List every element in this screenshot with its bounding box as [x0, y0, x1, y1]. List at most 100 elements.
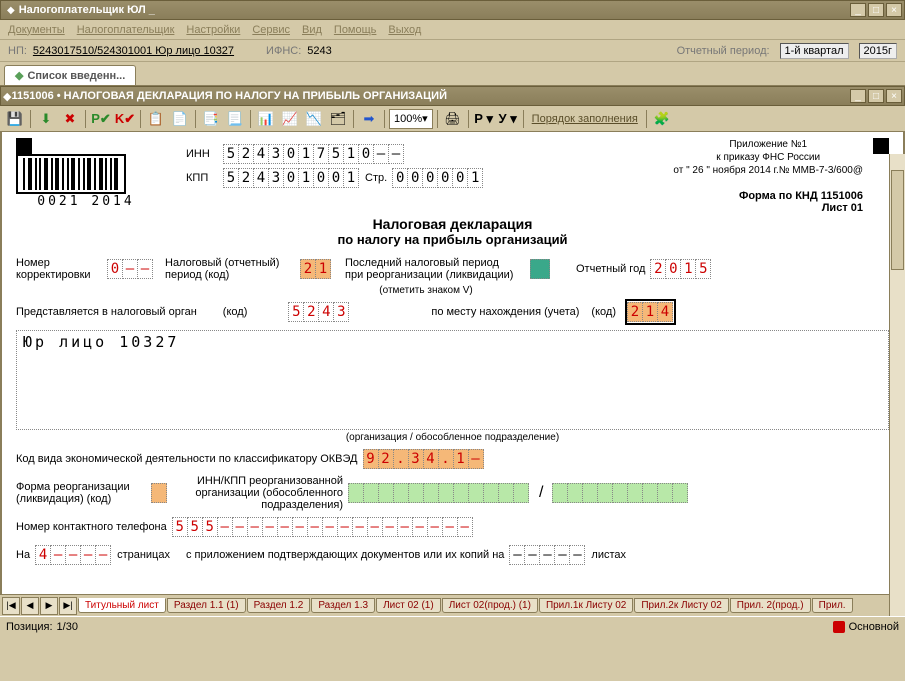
- maximize-button[interactable]: □: [868, 3, 884, 17]
- doc-close-button[interactable]: ×: [886, 89, 902, 103]
- attach-pages-field[interactable]: –––––: [510, 545, 585, 565]
- tab-appendix-2-cont[interactable]: Прил. 2(прод.): [730, 598, 811, 613]
- str-label: Стр.: [365, 172, 387, 184]
- year-field[interactable]: 2015: [651, 259, 711, 279]
- app-title: Налогоплательщик ЮЛ _: [19, 4, 850, 16]
- puzzle-icon[interactable]: 🧩: [651, 108, 673, 130]
- mesto-label: по месту нахождения (учета): [431, 306, 579, 318]
- period-label: Отчетный период:: [677, 45, 770, 57]
- u-icon[interactable]: У ▾: [497, 108, 519, 130]
- reorg-inn-field[interactable]: [349, 483, 529, 503]
- str-field[interactable]: 000001: [393, 168, 483, 188]
- k-check-icon[interactable]: K✔: [114, 108, 136, 130]
- doc-title: 1151006 • НАЛОГОВАЯ ДЕКЛАРАЦИЯ ПО НАЛОГУ…: [11, 90, 850, 102]
- tab-section-1-3[interactable]: Раздел 1.3: [311, 598, 375, 613]
- na-label: На: [16, 549, 30, 561]
- p-check-icon[interactable]: P✔: [90, 108, 112, 130]
- menu-view[interactable]: Вид: [302, 24, 322, 36]
- doc-titlebar: ◆ 1151006 • НАЛОГОВАЯ ДЕКЛАРАЦИЯ ПО НАЛО…: [0, 86, 905, 106]
- tool3-icon[interactable]: 📊: [255, 108, 277, 130]
- kod-label: (код): [223, 306, 248, 318]
- period-value[interactable]: 1-й квартал: [780, 43, 849, 59]
- last-period-label: Последний налоговый период при реорганиз…: [345, 257, 525, 281]
- kpp-label: КПП: [186, 172, 224, 184]
- menu-exit[interactable]: Выход: [388, 24, 421, 36]
- sheet-tabs: |◀ ◀ ▶ ▶| Титульный лист Раздел 1.1 (1) …: [0, 594, 905, 616]
- tab-section-1-2[interactable]: Раздел 1.2: [247, 598, 311, 613]
- tool5-icon[interactable]: 📉: [303, 108, 325, 130]
- menu-documents[interactable]: Документы: [8, 24, 65, 36]
- declaration-title: Налоговая декларация: [16, 216, 889, 232]
- arrow-right-icon[interactable]: ➡: [358, 108, 380, 130]
- position-value: 1/30: [57, 621, 78, 633]
- doc-toolbar: 💾 ⬇ ✖ P✔ K✔ 📋 📄 📑 📃 📊 📈 📉 🗂 ➡ 100% ▾ 🖨 Р…: [0, 106, 905, 132]
- reorg-kpp-field[interactable]: [553, 483, 688, 503]
- prev-tab-button[interactable]: ◀: [21, 597, 39, 615]
- doc-icon: ◆: [3, 90, 11, 103]
- first-tab-button[interactable]: |◀: [2, 597, 20, 615]
- menu-service[interactable]: Сервис: [252, 24, 290, 36]
- menu-help[interactable]: Помощь: [334, 24, 377, 36]
- paste-icon[interactable]: 📄: [169, 108, 191, 130]
- attach-label: с приложением подтверждающих документов …: [186, 549, 504, 561]
- np-value[interactable]: 5243017510/524301001 Юр лицо 10327: [33, 45, 234, 57]
- pages-field[interactable]: 4––––: [36, 545, 111, 565]
- okved-label: Код вида экономической деятельности по к…: [16, 453, 358, 465]
- p-icon[interactable]: Р ▾: [473, 108, 495, 130]
- tool6-icon[interactable]: 🗂: [327, 108, 349, 130]
- vertical-scrollbar[interactable]: [889, 154, 905, 616]
- org-hint: (организация / обособленное подразделени…: [16, 432, 889, 443]
- minimize-button[interactable]: _: [850, 3, 866, 17]
- year-value[interactable]: 2015г: [859, 43, 897, 59]
- save-icon[interactable]: 💾: [4, 108, 26, 130]
- mesto-kod-field[interactable]: 214: [628, 302, 673, 322]
- reorg-check[interactable]: [530, 259, 550, 279]
- reorg-inn-label: ИНН/КПП реорганизованной организации (об…: [183, 475, 343, 511]
- korr-field[interactable]: 0––: [108, 259, 153, 279]
- tab-section-1-1[interactable]: Раздел 1.1 (1): [167, 598, 246, 613]
- tab-sheet-02[interactable]: Лист 02 (1): [376, 598, 441, 613]
- inn-field[interactable]: 5243017510––: [224, 144, 404, 164]
- tab-title-sheet[interactable]: Титульный лист: [78, 598, 166, 613]
- doc-minimize-button[interactable]: _: [850, 89, 866, 103]
- okved-field[interactable]: 92.34.1–: [364, 449, 484, 469]
- doc-maximize-button[interactable]: □: [868, 89, 884, 103]
- print-icon[interactable]: 🖨: [442, 108, 464, 130]
- kpp-field[interactable]: 524301001: [224, 168, 359, 188]
- reorg-label: Форма реорганизации (ликвидация) (код): [16, 481, 146, 505]
- delete-icon[interactable]: ✖: [59, 108, 81, 130]
- organ-label: Представляется в налоговый орган: [16, 306, 197, 318]
- tool2-icon[interactable]: 📃: [224, 108, 246, 130]
- barcode: [16, 154, 126, 194]
- kod-label-2: (код): [591, 306, 616, 318]
- phone-field[interactable]: 555–––––––––––––––––: [173, 517, 473, 537]
- close-button[interactable]: ×: [886, 3, 902, 17]
- korr-label: Номер корректировки: [16, 257, 102, 281]
- tool1-icon[interactable]: 📑: [200, 108, 222, 130]
- tool4-icon[interactable]: 📈: [279, 108, 301, 130]
- tab-appendix-2[interactable]: Прил.2к Листу 02: [634, 598, 728, 613]
- organ-kod-field[interactable]: 5243: [289, 302, 349, 322]
- decree-note: Приложение №1 к приказу ФНС России от " …: [673, 138, 863, 177]
- tab-list-entered[interactable]: ◆Список введенн...: [4, 65, 136, 85]
- app-titlebar: ◆ Налогоплательщик ЮЛ _ _ □ ×: [0, 0, 905, 20]
- infobar: НП: 5243017510/524301001 Юр лицо 10327 И…: [0, 40, 905, 62]
- period-field[interactable]: 21: [301, 259, 331, 279]
- next-tab-button[interactable]: ▶: [40, 597, 58, 615]
- phone-label: Номер контактного телефона: [16, 521, 167, 533]
- tab-appendix-more[interactable]: Прил.: [812, 598, 853, 613]
- menu-settings[interactable]: Настройки: [186, 24, 240, 36]
- copy-icon[interactable]: 📋: [145, 108, 167, 130]
- order-link[interactable]: Порядок заполнения: [532, 113, 638, 125]
- menu-taxpayer[interactable]: Налогоплательщик: [77, 24, 175, 36]
- arrow-green-icon[interactable]: ⬇: [35, 108, 57, 130]
- ifns-label: ИФНС:: [266, 45, 301, 57]
- last-tab-button[interactable]: ▶|: [59, 597, 77, 615]
- inn-label: ИНН: [186, 148, 224, 160]
- tab-appendix-1[interactable]: Прил.1к Листу 02: [539, 598, 633, 613]
- reorg-code-field[interactable]: [151, 483, 167, 503]
- zoom-select[interactable]: 100% ▾: [389, 109, 433, 129]
- tab-sheet-02-cont[interactable]: Лист 02(прод.) (1): [442, 598, 538, 613]
- org-name-field[interactable]: Юр лицо 10327: [16, 330, 889, 430]
- menubar: Документы Налогоплательщик Настройки Сер…: [0, 20, 905, 40]
